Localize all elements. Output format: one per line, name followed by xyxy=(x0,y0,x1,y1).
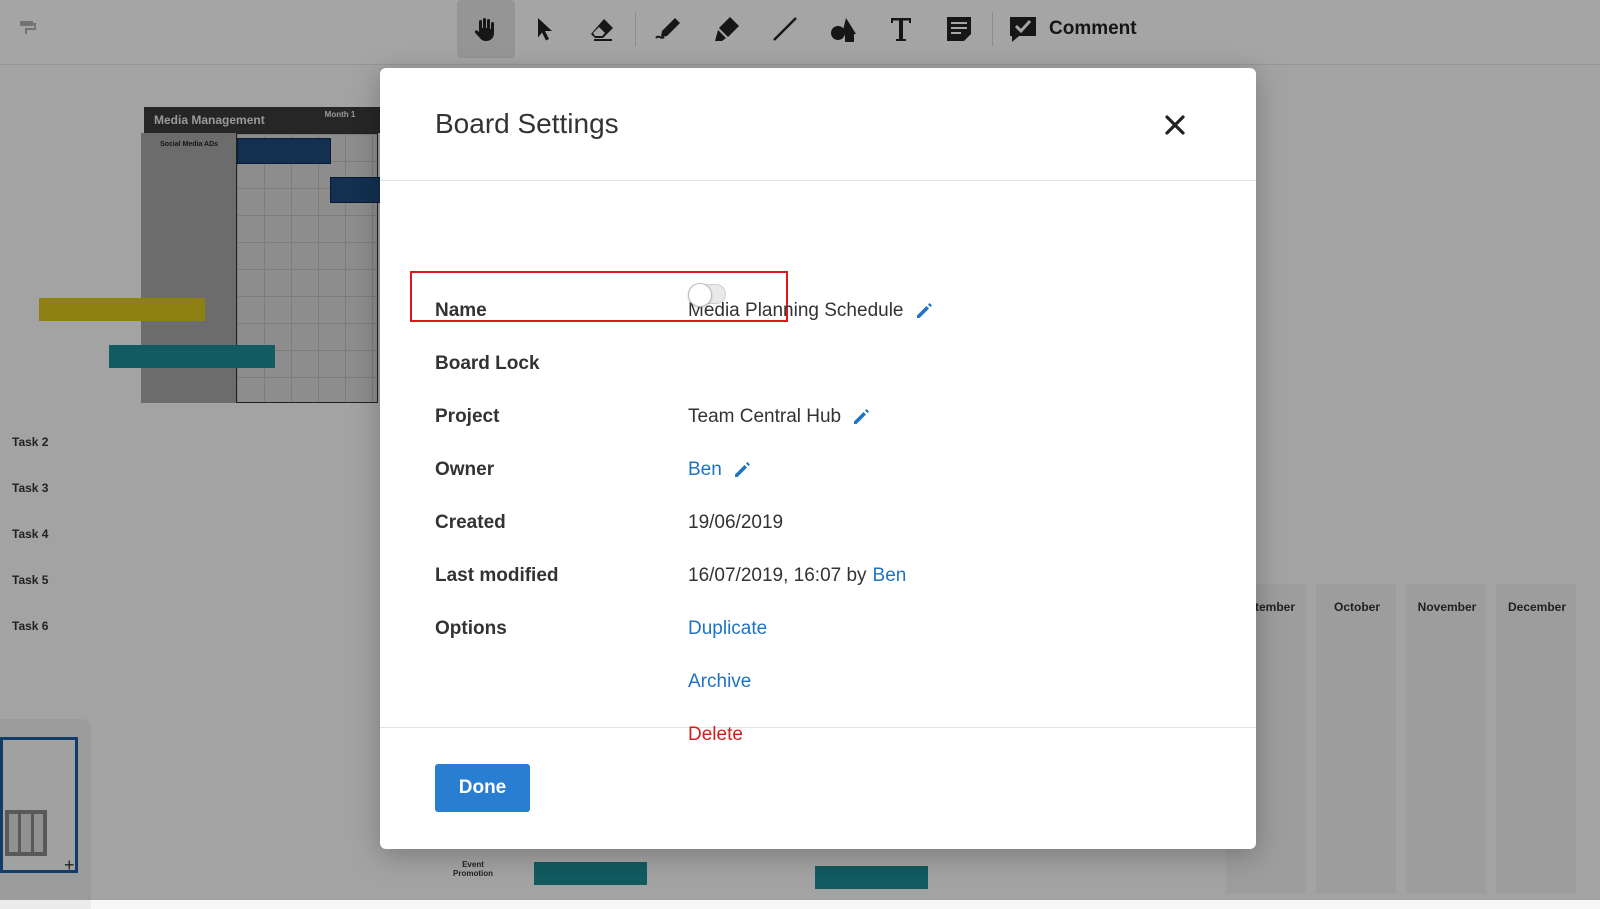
duplicate-wrap: Duplicate xyxy=(688,618,767,640)
created-label: Created xyxy=(435,512,506,533)
dialog-footer: Done xyxy=(380,728,1256,850)
dialog-body: Name Media Planning Schedule Board Lock … xyxy=(380,181,1256,745)
pencil-icon[interactable] xyxy=(732,460,752,480)
project-value-wrap: Team Central Hub xyxy=(688,406,871,428)
pencil-icon[interactable] xyxy=(851,407,871,427)
archive-link[interactable]: Archive xyxy=(688,671,751,693)
name-value: Media Planning Schedule xyxy=(688,300,904,321)
last-modified-label: Last modified xyxy=(435,565,559,586)
toggle-knob xyxy=(688,283,712,307)
last-modified-value-wrap: 16/07/2019, 16:07 by Ben xyxy=(688,565,906,587)
last-modified-value: 16/07/2019, 16:07 by xyxy=(688,565,867,586)
close-button[interactable] xyxy=(1162,112,1188,138)
dialog-title: Board Settings xyxy=(435,108,619,139)
board-lock-label: Board Lock xyxy=(435,353,540,374)
created-value: 19/06/2019 xyxy=(688,512,784,533)
modified-by-link[interactable]: Ben xyxy=(873,565,907,587)
owner-value-wrap: Ben xyxy=(688,459,752,481)
board-settings-dialog: Board Settings Name Media Planning Sched… xyxy=(380,68,1256,849)
owner-label: Owner xyxy=(435,459,495,480)
owner-link[interactable]: Ben xyxy=(688,459,722,481)
dialog-header: Board Settings xyxy=(380,68,1256,181)
pencil-icon[interactable] xyxy=(914,301,934,321)
archive-wrap: Archive xyxy=(688,671,751,693)
options-label: Options xyxy=(435,618,507,639)
close-icon xyxy=(1165,115,1185,135)
project-label: Project xyxy=(435,406,500,427)
duplicate-link[interactable]: Duplicate xyxy=(688,618,767,640)
name-value-wrap: Media Planning Schedule xyxy=(688,300,934,322)
project-value: Team Central Hub xyxy=(688,406,842,427)
done-button[interactable]: Done xyxy=(435,764,530,812)
board-lock-toggle[interactable] xyxy=(688,283,726,307)
name-label: Name xyxy=(435,300,487,321)
